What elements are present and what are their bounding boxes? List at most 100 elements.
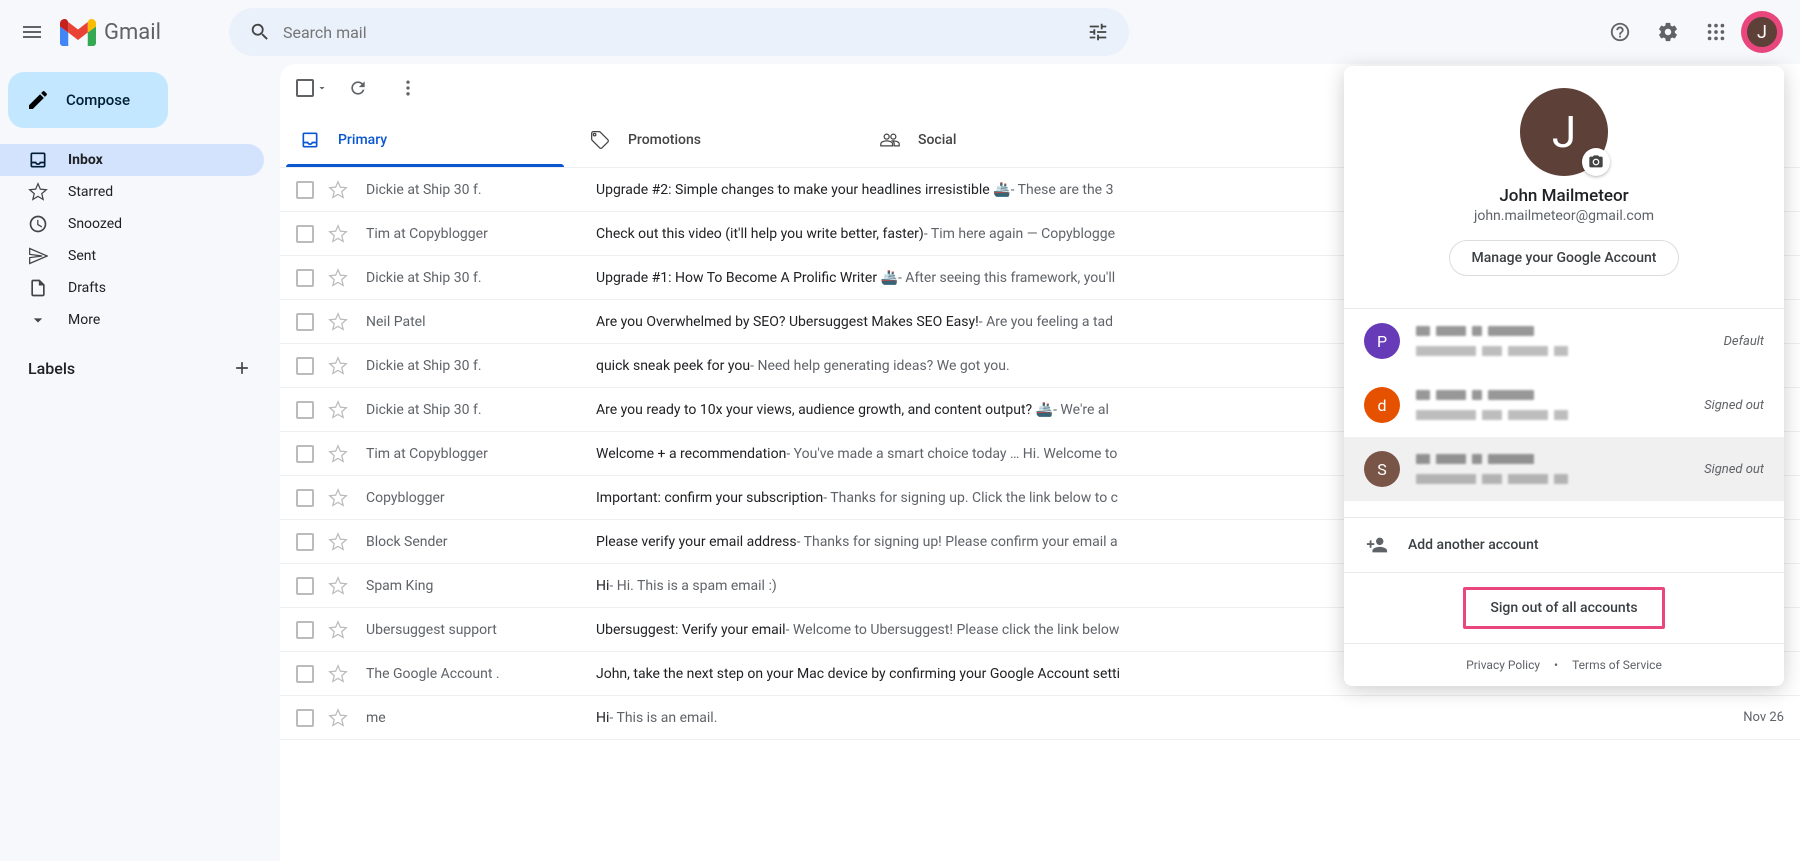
account-avatar-icon: P [1364,323,1400,359]
star-button[interactable] [328,312,348,332]
nav-starred[interactable]: Starred [0,176,264,208]
email-date: Nov 26 [1743,710,1784,725]
checkbox[interactable] [296,577,314,595]
select-all[interactable] [296,79,328,97]
star-icon [328,488,348,508]
account-switcher-row[interactable]: S Signed out [1344,437,1784,501]
email-sender: Tim at Copyblogger [366,446,596,462]
email-row[interactable]: me Hi - This is an email. Nov 26 [280,696,1800,740]
avatar-large-wrap[interactable]: J [1520,88,1608,176]
plus-icon [232,358,252,378]
nav-inbox[interactable]: Inbox [0,144,264,176]
search-options-button[interactable] [1075,9,1121,55]
search-icon [249,21,271,43]
change-photo-button[interactable] [1582,148,1610,176]
compose-button[interactable]: Compose [8,72,168,128]
clock-icon [28,214,48,234]
account-avatar[interactable]: J [1744,14,1780,50]
email-sender: Dickie at Ship 30 f. [366,358,596,374]
tab-promotions[interactable]: Promotions [570,112,860,167]
tab-label: Social [918,132,956,148]
checkbox[interactable] [296,489,314,507]
signout-section: Sign out of all accounts [1344,572,1784,643]
search-button[interactable] [237,9,283,55]
star-icon [328,444,348,464]
nav-label: Starred [68,184,113,200]
gmail-logo-icon [60,19,96,46]
star-button[interactable] [328,444,348,464]
nav-snoozed[interactable]: Snoozed [0,208,264,240]
checkbox[interactable] [296,181,314,199]
chevron-down-icon [28,310,48,330]
email-sender: The Google Account . [366,666,596,682]
nav-label: Inbox [68,152,103,168]
gmail-logo[interactable]: Gmail [60,19,161,46]
dot: • [1554,658,1558,672]
star-button[interactable] [328,268,348,288]
checkbox[interactable] [296,533,314,551]
checkbox[interactable] [296,357,314,375]
star-button[interactable] [328,400,348,420]
terms-link[interactable]: Terms of Service [1572,658,1662,672]
star-icon [328,708,348,728]
email-sender: Ubersuggest support [366,622,596,638]
header: Gmail J [0,0,1800,64]
signout-button[interactable]: Sign out of all accounts [1463,587,1664,629]
pencil-icon [26,88,50,112]
support-button[interactable] [1600,12,1640,52]
account-switcher-row[interactable]: d Signed out [1344,373,1784,437]
sidebar: Compose Inbox Starred Snoozed Sent Draft… [0,64,280,861]
inbox-icon [300,130,320,150]
checkbox[interactable] [296,401,314,419]
add-account-button[interactable]: Add another account [1344,518,1784,572]
star-button[interactable] [328,576,348,596]
star-button[interactable] [328,664,348,684]
chevron-down-icon [316,80,328,96]
star-button[interactable] [328,488,348,508]
checkbox[interactable] [296,445,314,463]
email-sender: Dickie at Ship 30 f. [366,182,596,198]
star-button[interactable] [328,620,348,640]
checkbox[interactable] [296,665,314,683]
email-sender: Copyblogger [366,490,596,506]
nav-sent[interactable]: Sent [0,240,264,272]
star-icon [328,400,348,420]
star-icon [328,664,348,684]
more-button[interactable] [388,68,428,108]
tab-primary[interactable]: Primary [280,112,570,167]
main-menu-button[interactable] [8,8,56,56]
refresh-button[interactable] [338,68,378,108]
more-vert-icon [398,78,418,98]
settings-button[interactable] [1648,12,1688,52]
add-label-button[interactable] [228,354,256,382]
gear-icon [1657,21,1679,43]
email-sender: Neil Patel [366,314,596,330]
inbox-icon [28,150,48,170]
checkbox[interactable] [296,709,314,727]
star-button[interactable] [328,708,348,728]
star-button[interactable] [328,532,348,552]
apps-button[interactable] [1696,12,1736,52]
star-button[interactable] [328,180,348,200]
checkbox[interactable] [296,313,314,331]
nav-more[interactable]: More [0,304,264,336]
popup-footer: Privacy Policy • Terms of Service [1344,643,1784,686]
checkbox[interactable] [296,621,314,639]
star-button[interactable] [328,224,348,244]
checkbox[interactable] [296,225,314,243]
people-icon [880,130,900,150]
nav-label: More [68,312,100,328]
star-button[interactable] [328,356,348,376]
star-icon [328,312,348,332]
privacy-link[interactable]: Privacy Policy [1466,658,1540,672]
add-account-label: Add another account [1408,537,1539,553]
account-switcher-row[interactable]: P Default [1344,309,1784,373]
nav-drafts[interactable]: Drafts [0,272,264,304]
star-icon [328,224,348,244]
tab-social[interactable]: Social [860,112,1150,167]
account-popup: J John Mailmeteor john.mailmeteor@gmail.… [1344,66,1784,686]
checkbox[interactable] [296,269,314,287]
star-icon [328,180,348,200]
manage-account-button[interactable]: Manage your Google Account [1449,240,1680,276]
search-input[interactable] [283,23,1075,42]
